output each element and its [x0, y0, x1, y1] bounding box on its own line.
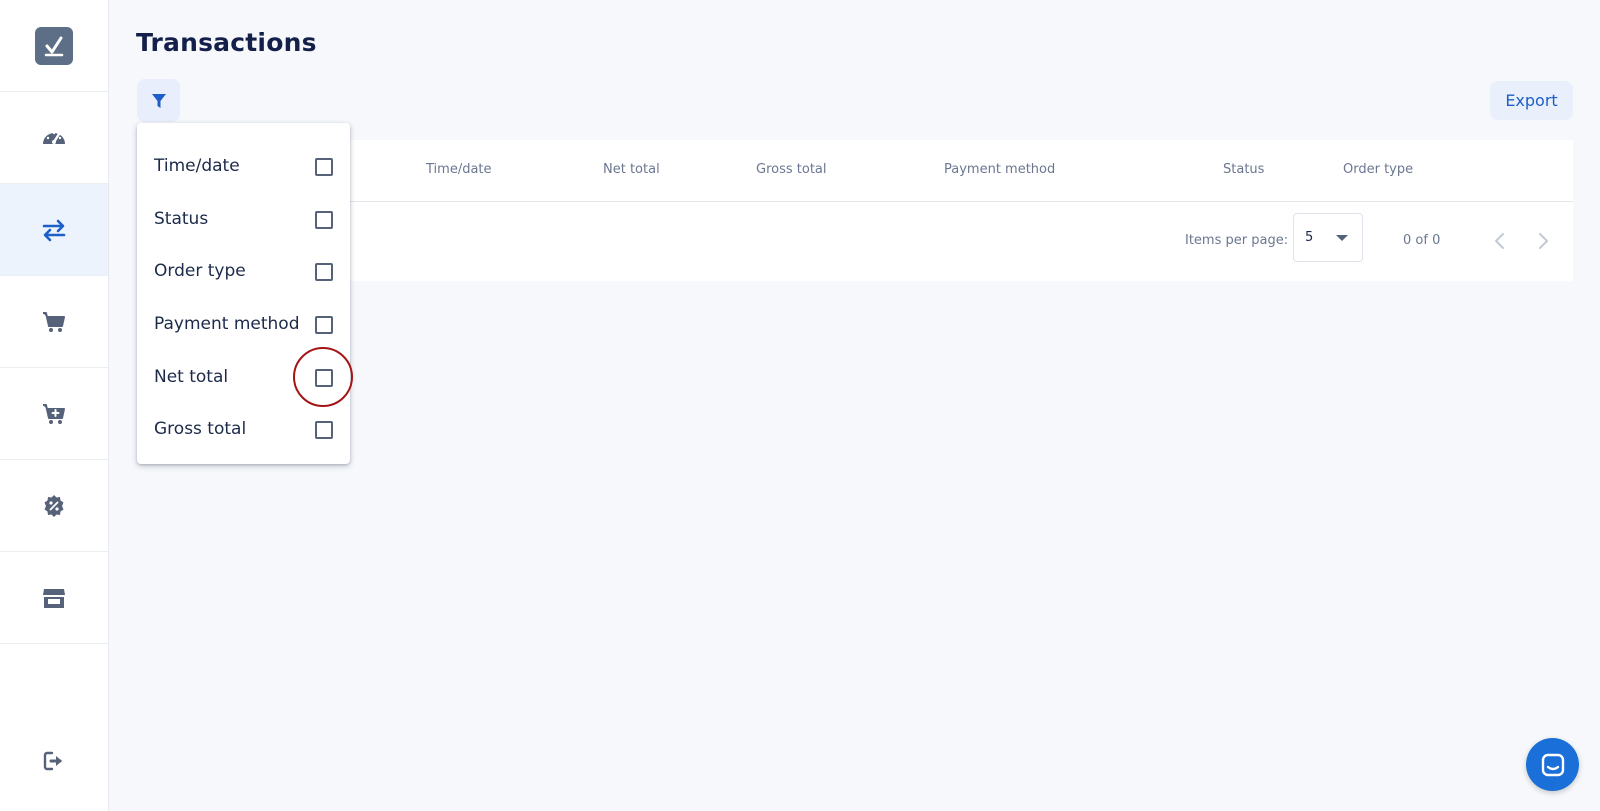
menu-item-label: Payment method	[154, 314, 300, 334]
menu-item-checkbox[interactable]	[315, 316, 333, 334]
store-icon	[43, 588, 65, 608]
cart-plus-icon	[43, 403, 65, 424]
cart-icon	[43, 311, 65, 332]
column-header-payment-method[interactable]: Payment method	[944, 162, 1055, 177]
menu-item-checkbox[interactable]	[315, 158, 333, 176]
app-logo[interactable]	[35, 26, 73, 65]
menu-item-label: Time/date	[154, 156, 240, 176]
menu-item-checkbox[interactable]	[315, 263, 333, 281]
menu-item-payment-method[interactable]: Payment method	[137, 299, 350, 351]
column-visibility-menu: Time/date Status Order type Payment meth…	[137, 123, 350, 464]
menu-item-order-type[interactable]: Order type	[137, 246, 350, 298]
sidebar-item-store[interactable]	[0, 552, 108, 644]
speedometer-icon	[43, 131, 65, 144]
column-header-order-type[interactable]: Order type	[1343, 162, 1413, 177]
filter-icon	[151, 93, 166, 108]
sidebar-item-new-order[interactable]	[0, 368, 108, 460]
transactions-table: Time/date Net total Gross total Payment …	[137, 140, 1573, 281]
previous-page-button[interactable]	[1487, 228, 1513, 254]
menu-item-checkbox[interactable]	[315, 369, 333, 387]
sidebar	[0, 0, 109, 811]
page-range-label: 0 of 0	[1403, 233, 1441, 248]
chevron-left-icon	[1495, 233, 1504, 249]
export-button[interactable]: Export	[1490, 81, 1573, 120]
logout-icon	[43, 751, 62, 771]
items-per-page-select[interactable]: 5	[1293, 213, 1363, 262]
menu-item-label: Order type	[154, 261, 246, 281]
swap-arrows-icon	[42, 219, 66, 241]
menu-item-status[interactable]: Status	[137, 194, 350, 246]
menu-item-checkbox[interactable]	[315, 211, 333, 229]
sidebar-item-dashboard[interactable]	[0, 92, 108, 184]
menu-item-label: Net total	[154, 367, 229, 387]
column-header-status[interactable]: Status	[1223, 162, 1264, 177]
percent-badge-icon	[44, 494, 64, 517]
column-header-time-date[interactable]: Time/date	[426, 162, 492, 177]
sidebar-item-orders[interactable]	[0, 276, 108, 368]
column-filter-button[interactable]	[137, 79, 180, 122]
checkmark-logo-icon	[44, 36, 64, 56]
menu-item-net-total[interactable]: Net total	[137, 352, 350, 404]
menu-item-gross-total[interactable]: Gross total	[137, 404, 350, 456]
menu-item-label: Gross total	[154, 419, 247, 439]
menu-item-checkbox[interactable]	[315, 421, 333, 439]
logo-cell	[0, 0, 108, 92]
next-page-button[interactable]	[1530, 228, 1556, 254]
column-header-gross-total[interactable]: Gross total	[756, 162, 827, 177]
sidebar-item-transactions[interactable]	[0, 184, 108, 276]
items-per-page-value: 5	[1305, 230, 1314, 245]
chat-icon	[1541, 753, 1564, 776]
table-header: Time/date Net total Gross total Payment …	[137, 140, 1573, 202]
logout-button[interactable]	[0, 741, 108, 781]
items-per-page-label: Items per page:	[1185, 233, 1289, 248]
page-title: Transactions	[136, 28, 317, 57]
menu-item-time-date[interactable]: Time/date	[137, 141, 350, 193]
paginator: Items per page: 5 0 of 0	[137, 203, 1573, 281]
menu-item-label: Status	[154, 209, 209, 229]
caret-down-icon	[1336, 235, 1348, 241]
chat-launcher-button[interactable]	[1526, 738, 1579, 791]
chevron-right-icon	[1539, 233, 1548, 249]
column-header-net-total[interactable]: Net total	[603, 162, 660, 177]
sidebar-item-discounts[interactable]	[0, 460, 108, 552]
